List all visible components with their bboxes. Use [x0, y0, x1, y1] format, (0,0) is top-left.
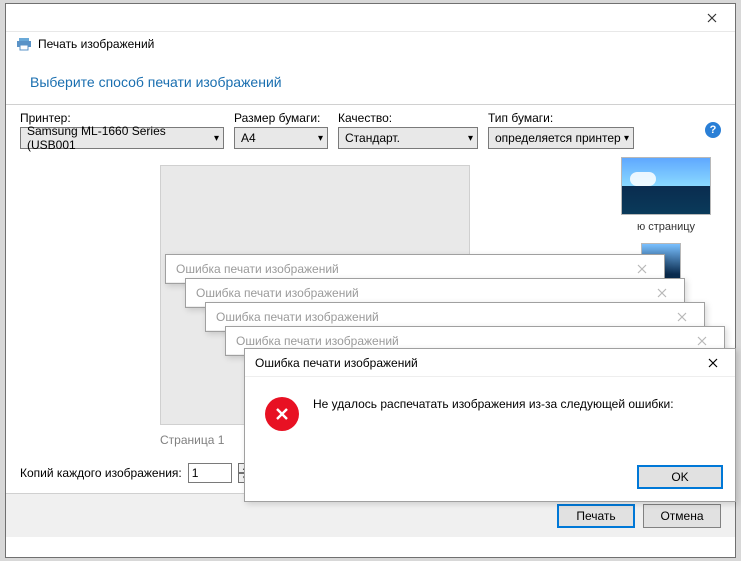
error-dialog-title: Ошибка печати изображений: [255, 356, 418, 370]
quality-label: Качество:: [338, 111, 478, 125]
quality-value: Стандарт.: [345, 131, 400, 145]
error-title: Ошибка печати изображений: [236, 334, 399, 348]
cancel-button[interactable]: Отмена: [643, 504, 721, 528]
window-header: Печать изображений: [6, 32, 735, 56]
paper-size-value: A4: [241, 131, 256, 145]
page-heading: Выберите способ печати изображений: [6, 56, 735, 104]
chevron-down-icon: ▾: [624, 133, 629, 144]
chevron-down-icon: ▾: [468, 133, 473, 144]
print-options-row: Принтер: Samsung ML-1660 Series (USB001 …: [6, 111, 735, 149]
printer-label: Принтер:: [20, 111, 224, 125]
chevron-down-icon: ▾: [318, 133, 323, 144]
error-title: Ошибка печати изображений: [176, 262, 339, 276]
quality-select[interactable]: Стандарт. ▾: [338, 127, 478, 149]
error-icon: [265, 397, 299, 431]
paper-size-select[interactable]: A4 ▾: [234, 127, 328, 149]
layout-thumb-label: ю страницу: [611, 221, 721, 233]
printer-icon: [16, 36, 32, 52]
paper-type-select[interactable]: определяется принтер ▾: [488, 127, 634, 149]
paper-type-value: определяется принтер: [495, 131, 621, 145]
error-dialog-footer: OK: [245, 465, 735, 501]
error-dialog-titlebar: Ошибка печати изображений: [245, 349, 735, 377]
copies-label: Копий каждого изображения:: [20, 466, 182, 480]
print-button[interactable]: Печать: [557, 504, 635, 528]
copies-input[interactable]: 1: [188, 463, 232, 483]
divider: [6, 104, 735, 105]
error-title: Ошибка печати изображений: [216, 310, 379, 324]
error-dialog-body: Не удалось распечатать изображения из-за…: [245, 377, 735, 465]
window-close-button[interactable]: [689, 4, 735, 32]
paper-size-label: Размер бумаги:: [234, 111, 328, 125]
error-title: Ошибка печати изображений: [196, 286, 359, 300]
chevron-down-icon: ▾: [214, 133, 219, 144]
error-message: Не удалось распечатать изображения из-за…: [313, 397, 674, 457]
window-title: Печать изображений: [38, 37, 154, 51]
error-dialog: Ошибка печати изображений Не удалось рас…: [244, 348, 736, 502]
printer-select[interactable]: Samsung ML-1660 Series (USB001 ▾: [20, 127, 224, 149]
page-indicator: Страница 1: [160, 433, 224, 447]
error-dialog-close-button[interactable]: [691, 349, 735, 377]
help-icon[interactable]: ?: [705, 122, 721, 138]
ok-button[interactable]: OK: [637, 465, 723, 489]
printer-value: Samsung ML-1660 Series (USB001: [27, 124, 214, 152]
paper-type-label: Тип бумаги:: [488, 111, 634, 125]
title-bar: [6, 4, 735, 32]
layout-thumb-full-page[interactable]: [621, 157, 711, 215]
